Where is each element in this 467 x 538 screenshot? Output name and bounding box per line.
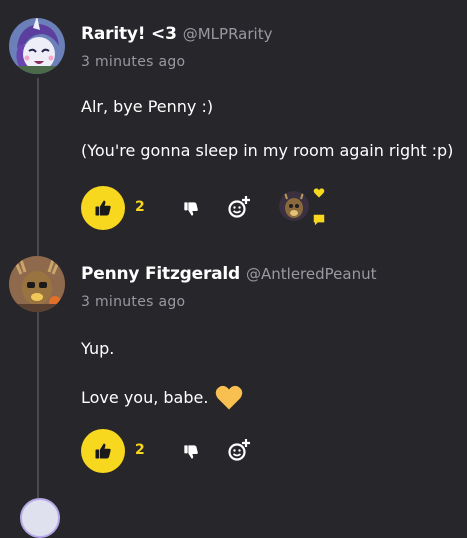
post-actions: 2 (81, 429, 461, 473)
avatar[interactable] (9, 256, 65, 312)
like-button[interactable] (81, 186, 125, 230)
post-text-line: (You're gonna sleep in my room again rig… (81, 141, 454, 160)
like-button[interactable] (81, 429, 125, 473)
like-count: 2 (135, 442, 145, 458)
heart-icon (216, 385, 243, 410)
post-text-line: Yup. (81, 339, 115, 358)
post-text-line: Alr, bye Penny :) (81, 97, 214, 116)
post-text: Love you, babe. (81, 387, 209, 407)
reaction-chip[interactable] (279, 187, 331, 227)
display-name[interactable]: Rarity! <3 (81, 24, 177, 44)
like-count: 2 (135, 199, 145, 215)
avatar[interactable] (9, 18, 65, 74)
heart-icon (313, 188, 325, 198)
post-header: Penny Fitzgerald @AntleredPeanut (81, 264, 376, 284)
add-reaction-button[interactable] (227, 194, 253, 220)
add-reaction-icon (228, 196, 250, 218)
post-actions: 2 (81, 186, 461, 230)
thumbs-down-icon (184, 202, 198, 216)
thumbs-up-icon (95, 200, 111, 216)
timestamp[interactable]: 3 minutes ago (81, 54, 185, 70)
dislike-button[interactable] (179, 197, 203, 221)
reactor-avatar (279, 191, 309, 221)
user-handle[interactable]: @MLPRarity (183, 25, 273, 43)
timestamp[interactable]: 3 minutes ago (81, 294, 185, 310)
display-name[interactable]: Penny Fitzgerald (81, 264, 240, 284)
add-reaction-icon (228, 439, 250, 461)
post-text-line: Love you, babe. (81, 383, 244, 411)
dislike-button[interactable] (179, 440, 203, 464)
user-handle[interactable]: @AntleredPeanut (246, 265, 376, 283)
comment-icon (313, 214, 325, 226)
post-header: Rarity! <3 @MLPRarity (81, 24, 272, 44)
thumbs-up-icon (95, 443, 111, 459)
thumbs-down-icon (184, 445, 198, 459)
avatar[interactable] (20, 498, 60, 538)
add-reaction-button[interactable] (227, 437, 253, 463)
